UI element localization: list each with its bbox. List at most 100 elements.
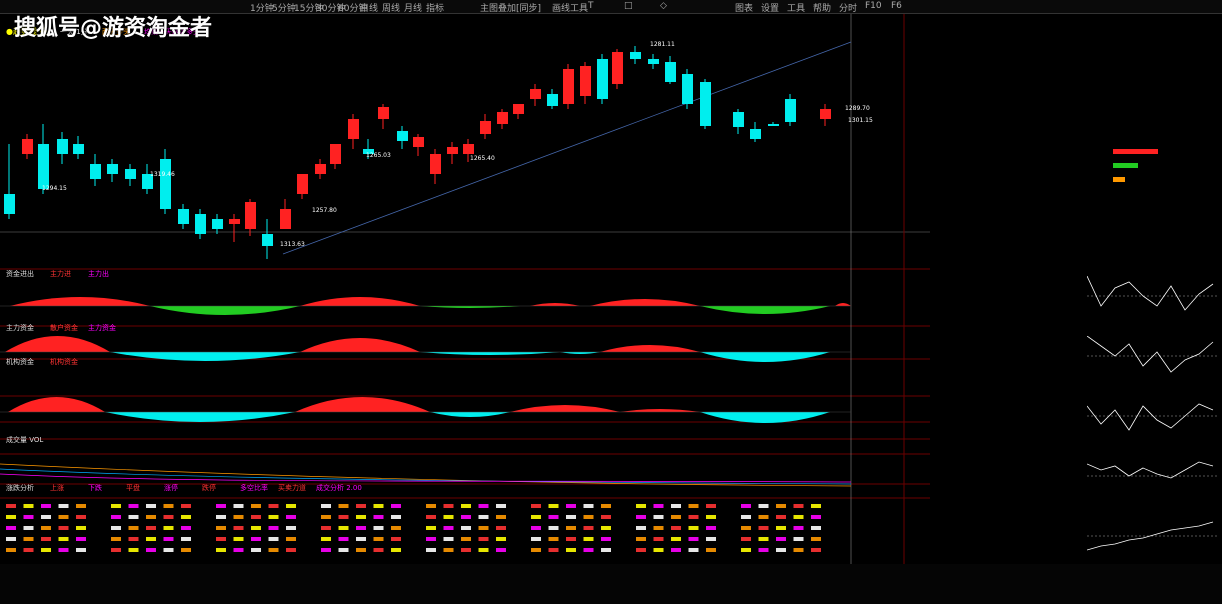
candlestick: [160, 149, 171, 214]
subchart-title: 机构资金: [6, 357, 34, 366]
period-tab[interactable]: 指标: [426, 1, 444, 14]
candlestick: [245, 199, 256, 236]
candlestick: [297, 174, 308, 199]
quote-row: [934, 87, 1080, 99]
candlestick: [142, 164, 153, 194]
tick-row: [934, 455, 1080, 467]
institution-wave: [0, 397, 851, 423]
price-marker-label: 1294.15: [42, 185, 67, 192]
toolbar-button[interactable]: [同步]: [516, 1, 541, 14]
price-marker-label: 1265.03: [366, 152, 391, 159]
period-tab[interactable]: 月线: [404, 1, 422, 14]
toolbar-menu-item[interactable]: 图表: [735, 1, 753, 14]
ratio-bar: [1113, 149, 1158, 154]
tick-row: [934, 492, 1080, 504]
tick-row: [934, 329, 1080, 341]
tick-row: [934, 404, 1080, 416]
tick-row: [934, 480, 1080, 492]
toolbar-menu-item[interactable]: F6: [891, 1, 902, 11]
quote-row: [934, 224, 1080, 236]
candlestick: [262, 219, 273, 259]
candlestick: [229, 214, 240, 242]
quote-row: [934, 262, 1080, 274]
subchart-title: 主力资金: [6, 323, 34, 332]
candlestick: [497, 109, 508, 129]
candlestick: [413, 134, 424, 156]
candlestick: [630, 46, 641, 64]
toolbar-button[interactable]: □: [624, 1, 633, 11]
candlestick: [430, 149, 441, 184]
tick-row: [934, 392, 1080, 404]
subchart-tag: 平盘: [126, 483, 140, 492]
tick-row: [934, 429, 1080, 441]
price-marker-label: 1257.80: [312, 207, 337, 214]
quote-panel: [932, 14, 1082, 570]
quote-row: [934, 187, 1080, 199]
kline-chart-area[interactable]: ●趋势线 叁一天 1分 两天多头 均线一天两条多头1294.151257.80126…: [0, 14, 930, 570]
trading-terminal-window: 1分钟 5分钟 15分钟 30分钟 60分钟 日线 周线 月线 指标 主图叠加 [同步] 画线工具 T □…: [0, 0, 1222, 604]
tick-row: [934, 530, 1080, 542]
toolbar-button[interactable]: 画线工具: [552, 1, 588, 14]
tick-row: [934, 518, 1080, 530]
toolbar-menu-item[interactable]: 工具: [787, 1, 805, 14]
toolbar-button[interactable]: T: [588, 1, 594, 11]
candlestick: [750, 122, 761, 142]
quote-row: [934, 162, 1080, 174]
quote-row: [934, 37, 1080, 49]
mini-line-chart: [1087, 336, 1219, 373]
market-side-panel: [1083, 0, 1222, 570]
toolbar-menu-item[interactable]: 帮助: [813, 1, 831, 14]
quote-row: [934, 137, 1080, 149]
candlestick: [212, 214, 223, 234]
period-tab[interactable]: 日线: [360, 1, 378, 14]
candlestick: [480, 114, 491, 139]
watermark: 搜狐号@游资淘金者: [14, 16, 213, 41]
subchart-title: 涨跌分析: [6, 483, 34, 492]
quote-row: [934, 99, 1080, 111]
quote-row: [934, 24, 1080, 36]
candlestick: [195, 209, 206, 239]
candlestick: [22, 134, 33, 159]
quote-row: [934, 299, 1080, 311]
subchart-tag: 主力进: [50, 269, 71, 278]
toolbar-button[interactable]: ◇: [660, 1, 667, 11]
quote-row: [934, 62, 1080, 74]
quote-row: [934, 112, 1080, 124]
subchart-title: 资金进出: [6, 269, 34, 278]
candlestick: [733, 109, 744, 134]
toolbar-button[interactable]: 主图叠加: [480, 1, 516, 14]
volume-lines: [0, 463, 852, 487]
ratio-bar: [1113, 177, 1125, 182]
tick-row: [934, 366, 1080, 378]
subchart-tag: 跌停: [202, 483, 216, 492]
quote-row: [934, 124, 1080, 136]
candlestick: [90, 154, 101, 186]
quote-row: [934, 74, 1080, 86]
toolbar-menu-item[interactable]: 分时: [839, 1, 857, 14]
quote-row: [934, 237, 1080, 249]
period-tab[interactable]: 1分钟: [250, 1, 274, 14]
candlestick: [665, 56, 676, 84]
candlestick: [547, 89, 558, 109]
candlestick: [530, 84, 541, 106]
candlestick: [580, 62, 591, 104]
subchart-tag: 主力资金: [88, 323, 116, 332]
period-tab[interactable]: 5分钟: [272, 1, 296, 14]
candlestick: [768, 122, 779, 126]
candlestick: [315, 159, 326, 179]
tick-row: [934, 341, 1080, 353]
candlestick: [820, 104, 831, 126]
money-flow-wave: [0, 297, 851, 315]
toolbar-menu-item[interactable]: F10: [865, 1, 882, 11]
subchart-tag: 主力出: [88, 269, 109, 278]
subchart-tag: 下跌: [88, 483, 102, 492]
toolbar-menu-item[interactable]: 设置: [761, 1, 779, 14]
candlestick: [648, 54, 659, 69]
candlestick: [597, 54, 608, 104]
price-marker-label: 1313.63: [280, 241, 305, 248]
mini-line-chart: [1087, 461, 1219, 479]
period-tab[interactable]: 周线: [382, 1, 400, 14]
mini-line-chart: [1087, 276, 1219, 311]
candlestick: [330, 144, 341, 169]
price-marker-label: 1281.11: [650, 41, 675, 48]
